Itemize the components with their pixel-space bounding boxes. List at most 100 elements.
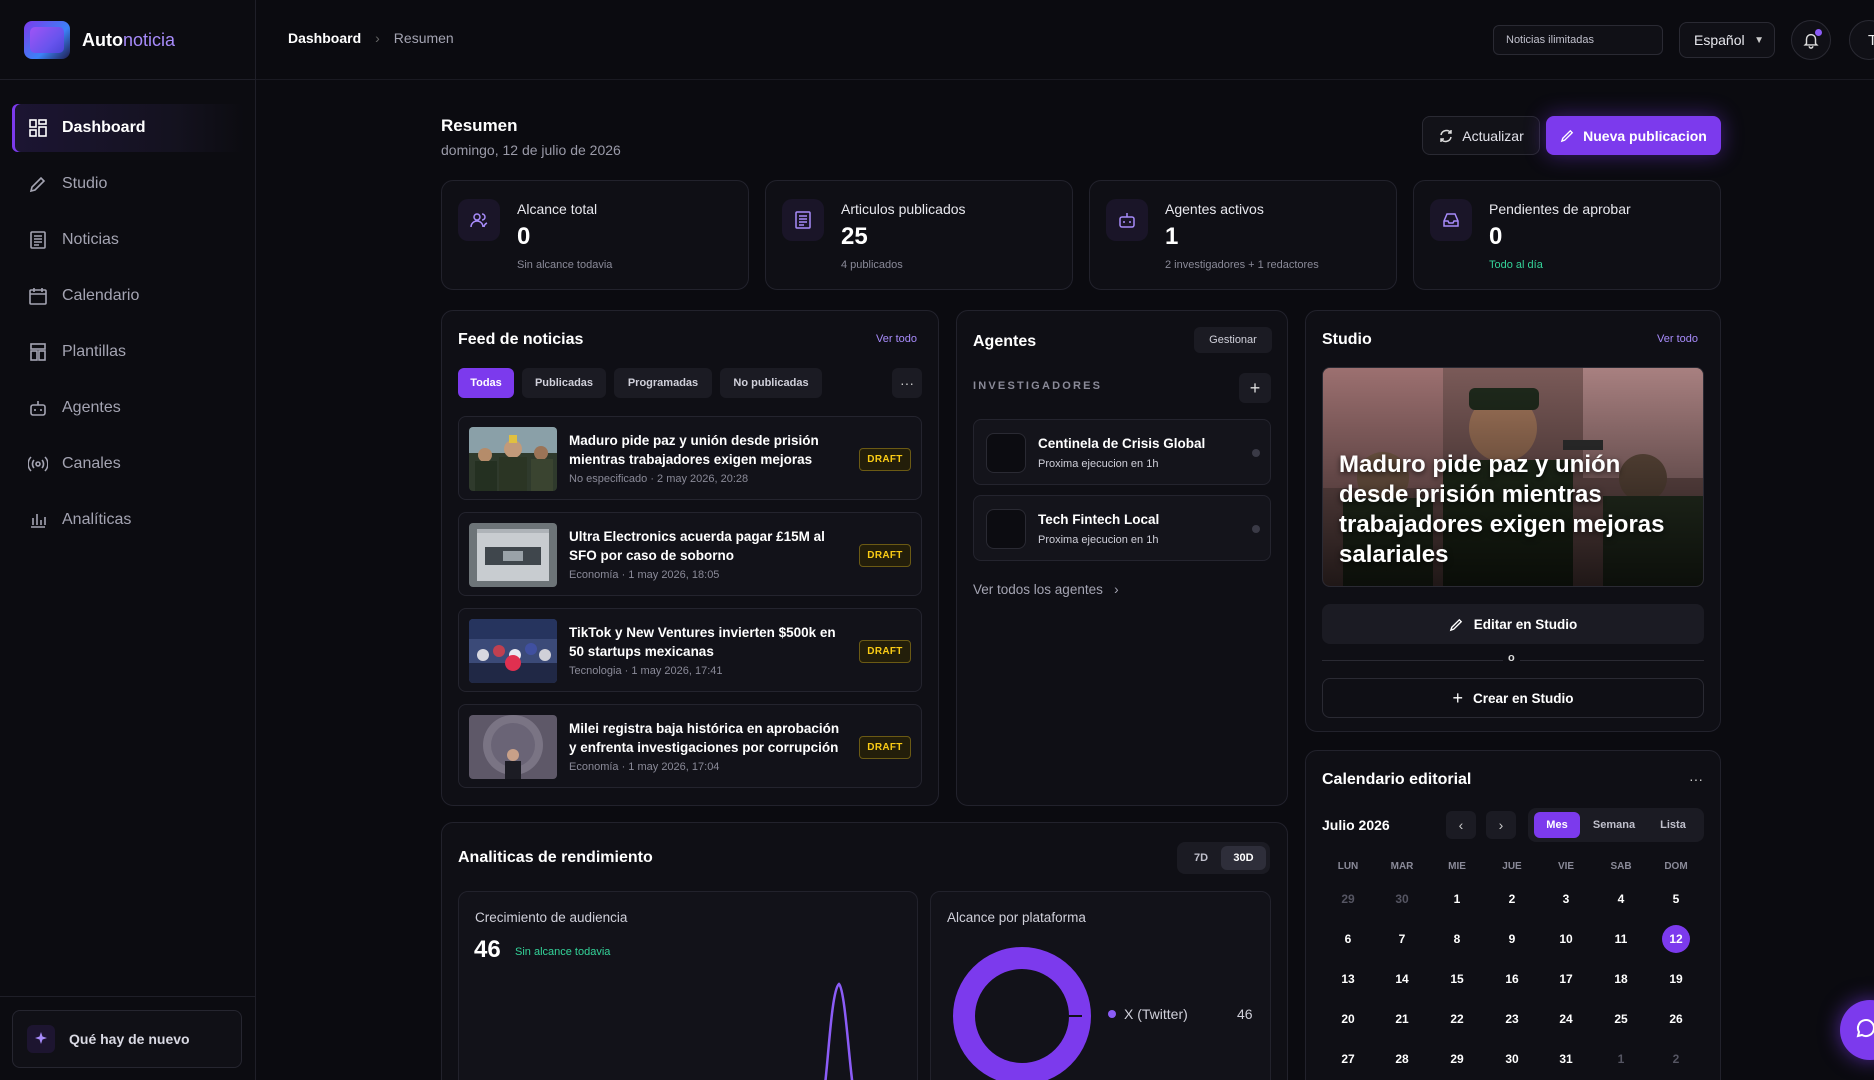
calendar-day[interactable]: 17	[1552, 965, 1580, 993]
calendar-day[interactable]: 3	[1552, 885, 1580, 913]
view-list[interactable]: Lista	[1648, 812, 1698, 838]
studio-see-all-link[interactable]: Ver todo	[1657, 333, 1698, 345]
avatar-initial: T	[1868, 31, 1874, 49]
view-week[interactable]: Semana	[1584, 812, 1644, 838]
list-item[interactable]: Ultra Electronics acuerda pagar £15M al …	[458, 512, 922, 596]
calendar-day[interactable]: 2	[1498, 885, 1526, 913]
view-month[interactable]: Mes	[1534, 812, 1580, 838]
range-30d[interactable]: 30D	[1221, 846, 1266, 870]
sidebar-item-studio[interactable]: Studio	[12, 160, 244, 208]
calendar-day[interactable]: 4	[1607, 885, 1635, 913]
news-thumbnail	[469, 523, 557, 587]
bot-icon	[1106, 199, 1148, 241]
tab-programadas[interactable]: Programadas	[614, 368, 712, 398]
calendar-day[interactable]: 7	[1388, 925, 1416, 953]
calendar-day[interactable]: 29	[1443, 1045, 1471, 1073]
more-options-icon[interactable]: ···	[892, 368, 922, 398]
calendar-day[interactable]: 29	[1334, 885, 1362, 913]
calendar-day[interactable]: 30	[1388, 885, 1416, 913]
range-7d[interactable]: 7D	[1181, 846, 1221, 870]
sidebar-item-calendario[interactable]: Calendario	[12, 272, 244, 320]
add-agent-button[interactable]: +	[1239, 373, 1271, 403]
chat-button[interactable]	[1840, 1000, 1874, 1060]
sidebar-item-noticias[interactable]: Noticias	[12, 216, 244, 264]
status-badge: DRAFT	[859, 448, 911, 471]
edit-in-studio-button[interactable]: Editar en Studio	[1322, 604, 1704, 644]
news-thumbnail	[469, 715, 557, 779]
calendar-day[interactable]: 22	[1443, 1005, 1471, 1033]
sidebar-item-plantillas[interactable]: Plantillas	[12, 328, 244, 376]
notifications-button[interactable]	[1791, 20, 1831, 60]
calendar-day[interactable]: 15	[1443, 965, 1471, 993]
stat-value: 0	[517, 223, 531, 250]
studio-hero-card[interactable]: Maduro pide paz y unión desde prisión mi…	[1322, 367, 1704, 587]
calendar-day[interactable]: 30	[1498, 1045, 1526, 1073]
list-item[interactable]: Milei registra baja histórica en aprobac…	[458, 704, 922, 788]
studio-title: Studio	[1322, 331, 1372, 348]
refresh-label: Actualizar	[1462, 127, 1524, 144]
more-options-icon[interactable]: ···	[1681, 764, 1711, 794]
chevron-right-icon[interactable]: ›	[1486, 811, 1516, 839]
list-item[interactable]: TikTok y New Ventures invierten $500k en…	[458, 608, 922, 692]
agents-section-label: INVESTIGADORES	[973, 380, 1103, 392]
analytics-title: Analiticas de rendimiento	[458, 849, 653, 866]
refresh-button[interactable]: Actualizar	[1422, 116, 1540, 155]
calendar-day[interactable]: 24	[1552, 1005, 1580, 1033]
tab-publicadas[interactable]: Publicadas	[522, 368, 606, 398]
list-item[interactable]: Maduro pide paz y unión desde prisión mi…	[458, 416, 922, 500]
manage-agents-button[interactable]: Gestionar	[1194, 327, 1272, 353]
new-post-button[interactable]: Nueva publicacion	[1546, 116, 1721, 155]
tab-todas[interactable]: Todas	[458, 368, 514, 398]
breadcrumb-current: Resumen	[393, 30, 454, 46]
chevron-left-icon[interactable]: ‹	[1446, 811, 1476, 839]
sidebar-item-canales[interactable]: Canales	[12, 440, 244, 488]
breadcrumb-dashboard[interactable]: Dashboard	[288, 30, 361, 46]
calendar-day[interactable]: 31	[1552, 1045, 1580, 1073]
calendar-day[interactable]: 1	[1607, 1045, 1635, 1073]
sidebar-item-dashboard[interactable]: Dashboard	[12, 104, 244, 152]
calendar-day[interactable]: 13	[1334, 965, 1362, 993]
calendar-day[interactable]: 8	[1443, 925, 1471, 953]
brand[interactable]: Autonoticia	[24, 20, 175, 60]
agent-item[interactable]: Centinela de Crisis Global Proxima ejecu…	[973, 419, 1271, 485]
stat-label: Agentes activos	[1165, 201, 1264, 217]
calendar-day[interactable]: 27	[1334, 1045, 1362, 1073]
calendar-day[interactable]: 5	[1662, 885, 1690, 913]
calendar-day[interactable]: 28	[1388, 1045, 1416, 1073]
refresh-icon	[1440, 129, 1453, 142]
chat-icon	[1856, 1019, 1874, 1038]
sidebar-item-agentes[interactable]: Agentes	[12, 384, 244, 432]
stat-label: Articulos publicados	[841, 201, 966, 217]
plan-input[interactable]	[1493, 25, 1663, 55]
news-meta: Tecnologia · 1 may 2026, 17:41	[569, 665, 723, 677]
feed-see-all-link[interactable]: Ver todo	[876, 333, 917, 345]
calendar-day[interactable]: 16	[1498, 965, 1526, 993]
calendar-day[interactable]: 10	[1552, 925, 1580, 953]
calendar-day[interactable]: 25	[1607, 1005, 1635, 1033]
calendar-day[interactable]: 19	[1662, 965, 1690, 993]
agent-item[interactable]: Tech Fintech Local Proxima ejecucion en …	[973, 495, 1271, 561]
calendar-day[interactable]: 9	[1498, 925, 1526, 953]
tab-no-publicadas[interactable]: No publicadas	[720, 368, 822, 398]
news-meta: No especificado · 2 may 2026, 20:28	[569, 473, 749, 485]
calendar-day[interactable]: 26	[1662, 1005, 1690, 1033]
calendar-day[interactable]: 21	[1388, 1005, 1416, 1033]
stat-value: 25	[841, 223, 868, 250]
calendar-day[interactable]: 23	[1498, 1005, 1526, 1033]
create-in-studio-button[interactable]: + Crear en Studio	[1322, 678, 1704, 718]
calendar-day[interactable]: 2	[1662, 1045, 1690, 1073]
news-meta: Economía · 1 may 2026, 17:04	[569, 761, 720, 773]
calendar-day[interactable]: 6	[1334, 925, 1362, 953]
calendar-day[interactable]: 11	[1607, 925, 1635, 953]
sidebar-item-analiticas[interactable]: Analíticas	[12, 496, 244, 544]
see-all-agents-link[interactable]: Ver todos los agentes ›	[973, 582, 1119, 597]
calendar-day[interactable]: 1	[1443, 885, 1471, 913]
calendar-day[interactable]: 12	[1662, 925, 1690, 953]
calendar-day[interactable]: 20	[1334, 1005, 1362, 1033]
calendar-day[interactable]: 14	[1388, 965, 1416, 993]
stat-sub: 4 publicados	[841, 259, 903, 271]
calendar-day[interactable]: 18	[1607, 965, 1635, 993]
whats-new-button[interactable]: Qué hay de nuevo	[12, 1010, 242, 1068]
avatar[interactable]: T	[1849, 20, 1874, 60]
language-select[interactable]: Español ▼	[1679, 22, 1775, 58]
